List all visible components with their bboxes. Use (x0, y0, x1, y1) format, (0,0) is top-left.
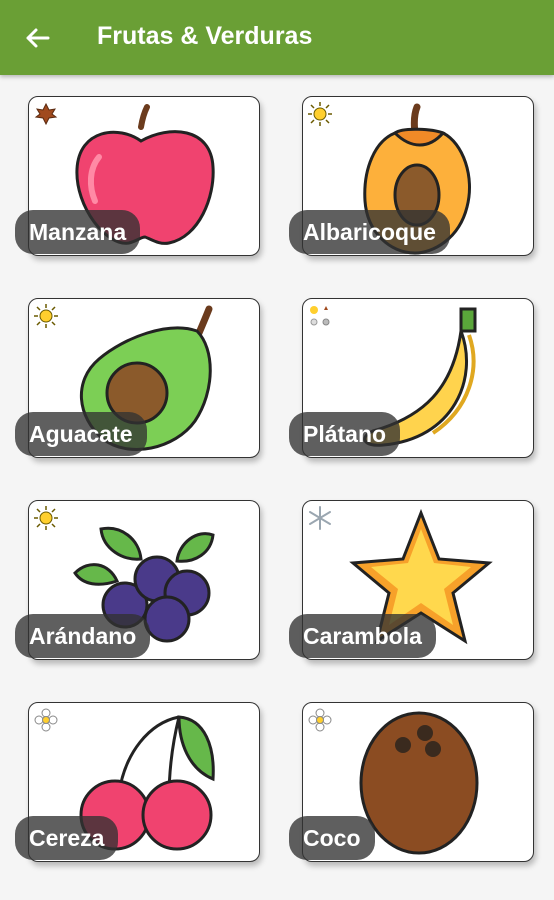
flower-icon (34, 708, 58, 732)
fruit-card-platano[interactable]: Plátano (289, 298, 534, 458)
fruit-label: Manzana (15, 210, 141, 254)
fruit-card-aguacate[interactable]: Aguacate (15, 298, 260, 458)
fruit-card-manzana[interactable]: Manzana (15, 96, 260, 256)
flower-icon (308, 708, 332, 732)
fruit-card-arandano[interactable]: Arándano (15, 500, 260, 660)
fruit-card-albaricoque[interactable]: Albaricoque (289, 96, 534, 256)
snowflake-icon (309, 506, 331, 530)
fruit-card-cereza[interactable]: Cereza (15, 702, 260, 862)
fruit-card-carambola[interactable]: Carambola (289, 500, 534, 660)
sun-icon (308, 102, 332, 126)
app-bar: Frutas & Verduras (0, 0, 554, 75)
fruit-label: Plátano (289, 412, 401, 456)
arrow-left-icon[interactable] (20, 20, 56, 56)
autumn-leaf-icon (34, 102, 58, 126)
sun-icon (34, 506, 58, 530)
fruit-label: Aguacate (15, 412, 147, 456)
fruit-label: Coco (289, 816, 375, 860)
all-seasons-icon (310, 306, 330, 326)
fruit-label: Arándano (15, 614, 151, 658)
page-title: Frutas & Verduras (97, 22, 313, 50)
fruit-card-coco[interactable]: Coco (289, 702, 534, 862)
sun-icon (34, 304, 58, 328)
fruit-label: Cereza (15, 816, 119, 860)
fruit-label: Albaricoque (289, 210, 450, 254)
fruit-label: Carambola (289, 614, 436, 658)
